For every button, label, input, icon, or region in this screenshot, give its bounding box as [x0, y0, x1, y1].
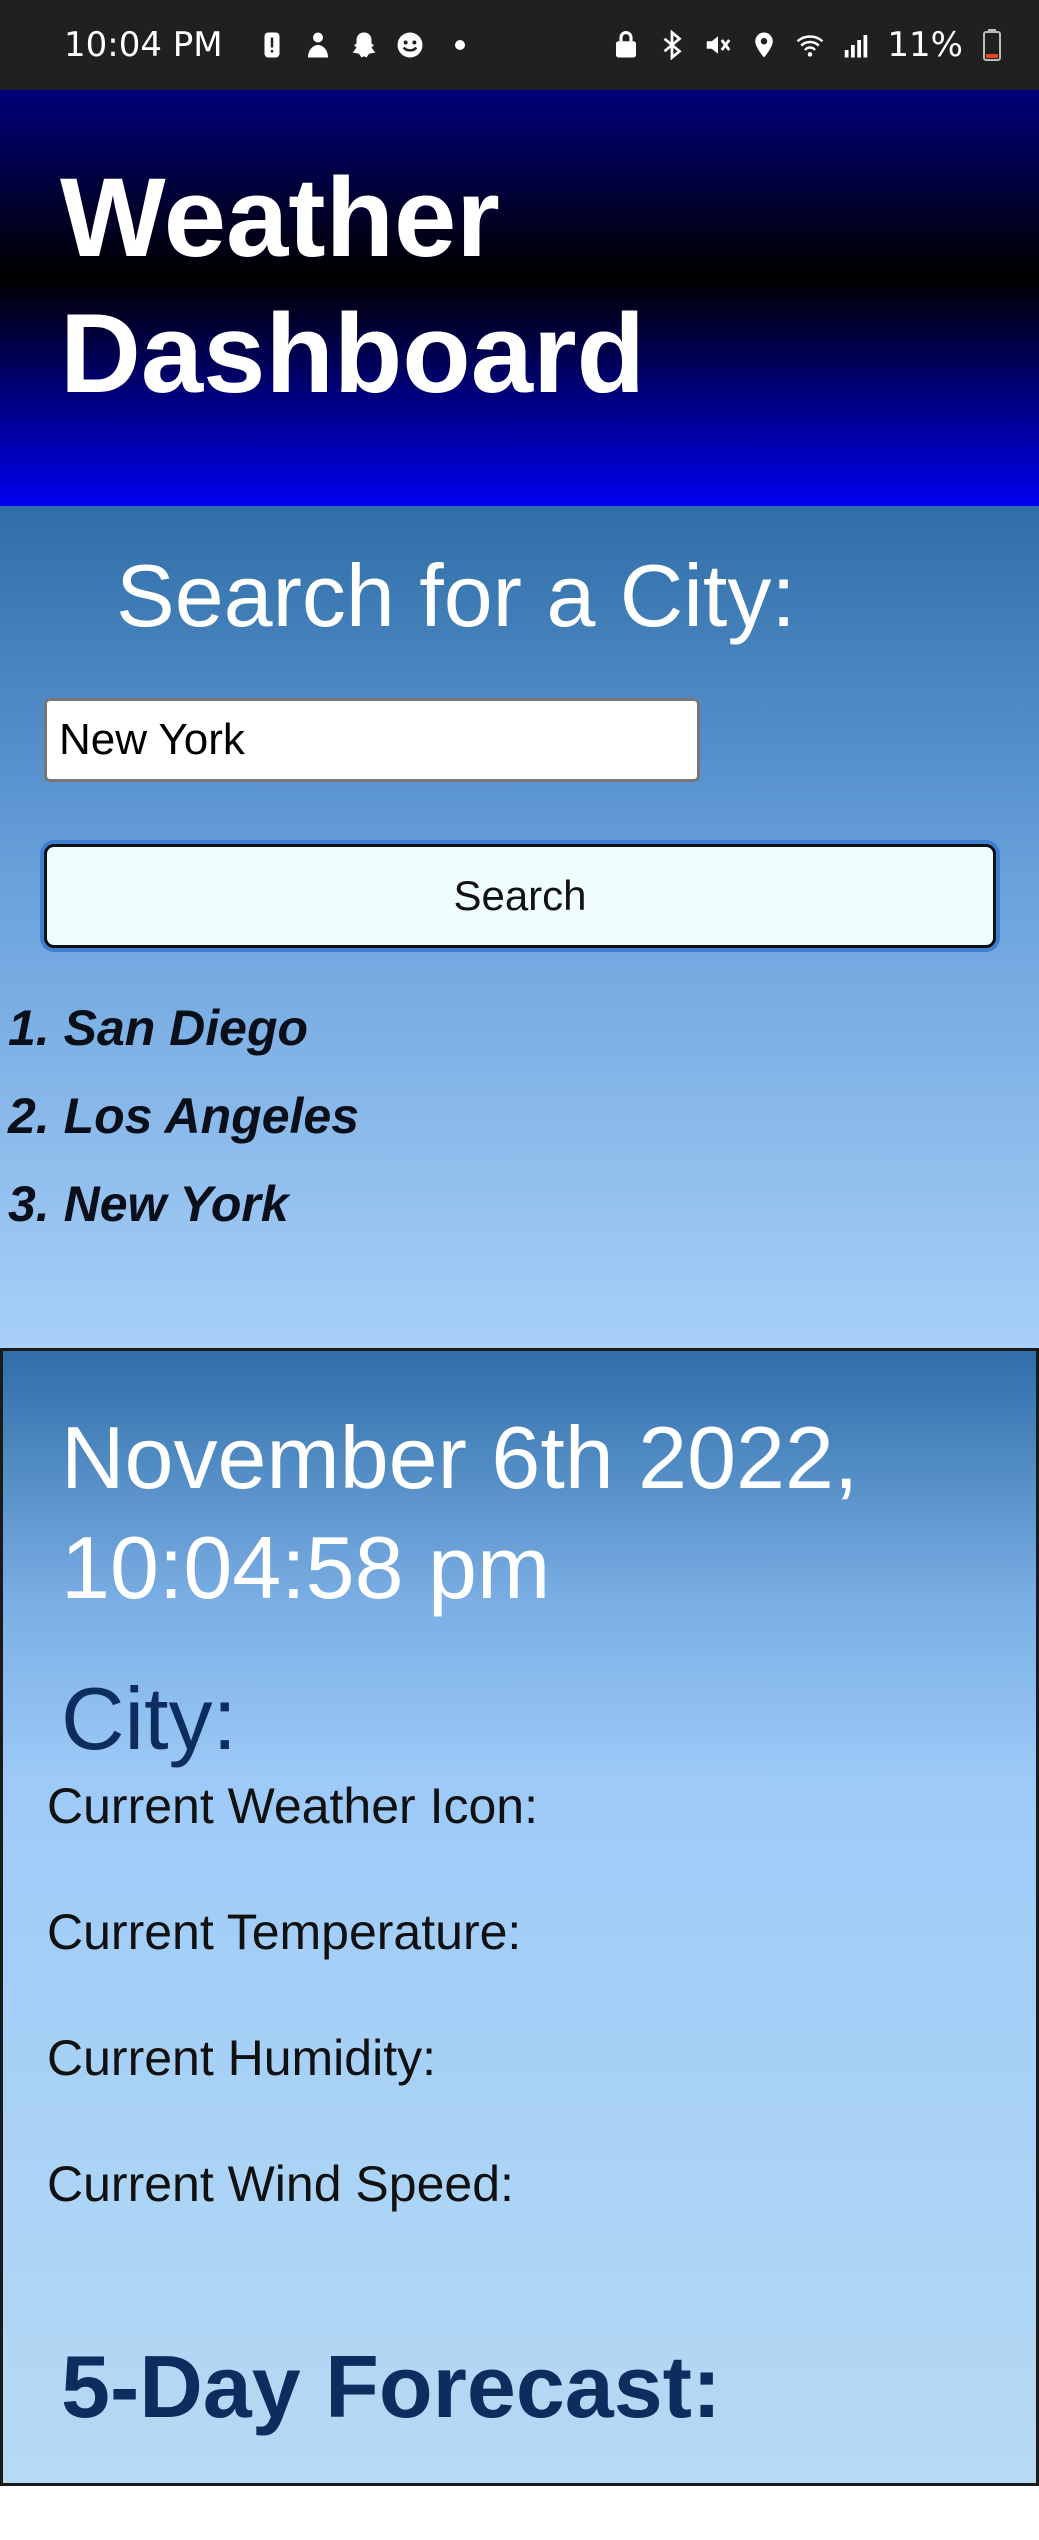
current-weather-panel: November 6th 2022, 10:04:58 pm City: Cur…	[0, 1348, 1039, 2486]
history-item-san-diego[interactable]: 1. San Diego	[8, 984, 359, 1072]
notification-dot	[454, 40, 465, 50]
current-humidity-label: Current Humidity:	[47, 2030, 436, 2086]
current-wind-speed-label: Current Wind Speed:	[47, 2156, 514, 2212]
search-history-list: 1. San Diego 2. Los Angeles 3. New York	[8, 984, 359, 1248]
alert-icon	[257, 28, 287, 62]
status-bar-left: 10:04 PM	[64, 25, 465, 65]
search-heading: Search for a City:	[116, 546, 796, 645]
status-bar-right: 11%	[611, 25, 1001, 65]
city-search-input[interactable]	[44, 698, 700, 782]
wifi-icon	[795, 28, 825, 62]
search-button[interactable]: Search	[44, 844, 996, 948]
city-label: City:	[61, 1669, 237, 1768]
mute-icon	[703, 28, 733, 62]
app-header: Weather Dashboard	[0, 90, 1039, 506]
person-icon	[303, 28, 333, 62]
signal-icon	[841, 28, 871, 62]
snapchat-icon	[349, 28, 379, 62]
status-time: 10:04 PM	[64, 25, 223, 65]
history-item-new-york[interactable]: 3. New York	[8, 1160, 359, 1248]
forecast-heading: 5-Day Forecast:	[61, 2337, 722, 2436]
current-datetime: November 6th 2022, 10:04:58 pm	[61, 1408, 859, 1617]
vpn-icon	[611, 28, 641, 62]
history-item-los-angeles[interactable]: 2. Los Angeles	[8, 1072, 359, 1160]
battery-icon	[983, 29, 1001, 61]
app-title: Weather Dashboard	[60, 155, 645, 416]
bluetooth-icon	[657, 28, 687, 62]
location-icon	[749, 28, 779, 62]
current-temperature-label: Current Temperature:	[47, 1904, 522, 1960]
status-bar: 10:04 PM 11%	[0, 0, 1039, 90]
battery-percent: 11%	[887, 25, 963, 65]
current-weather-icon-label: Current Weather Icon:	[47, 1778, 538, 1834]
smiley-icon	[395, 28, 425, 62]
search-panel: Search for a City: Search 1. San Diego 2…	[0, 506, 1039, 1348]
